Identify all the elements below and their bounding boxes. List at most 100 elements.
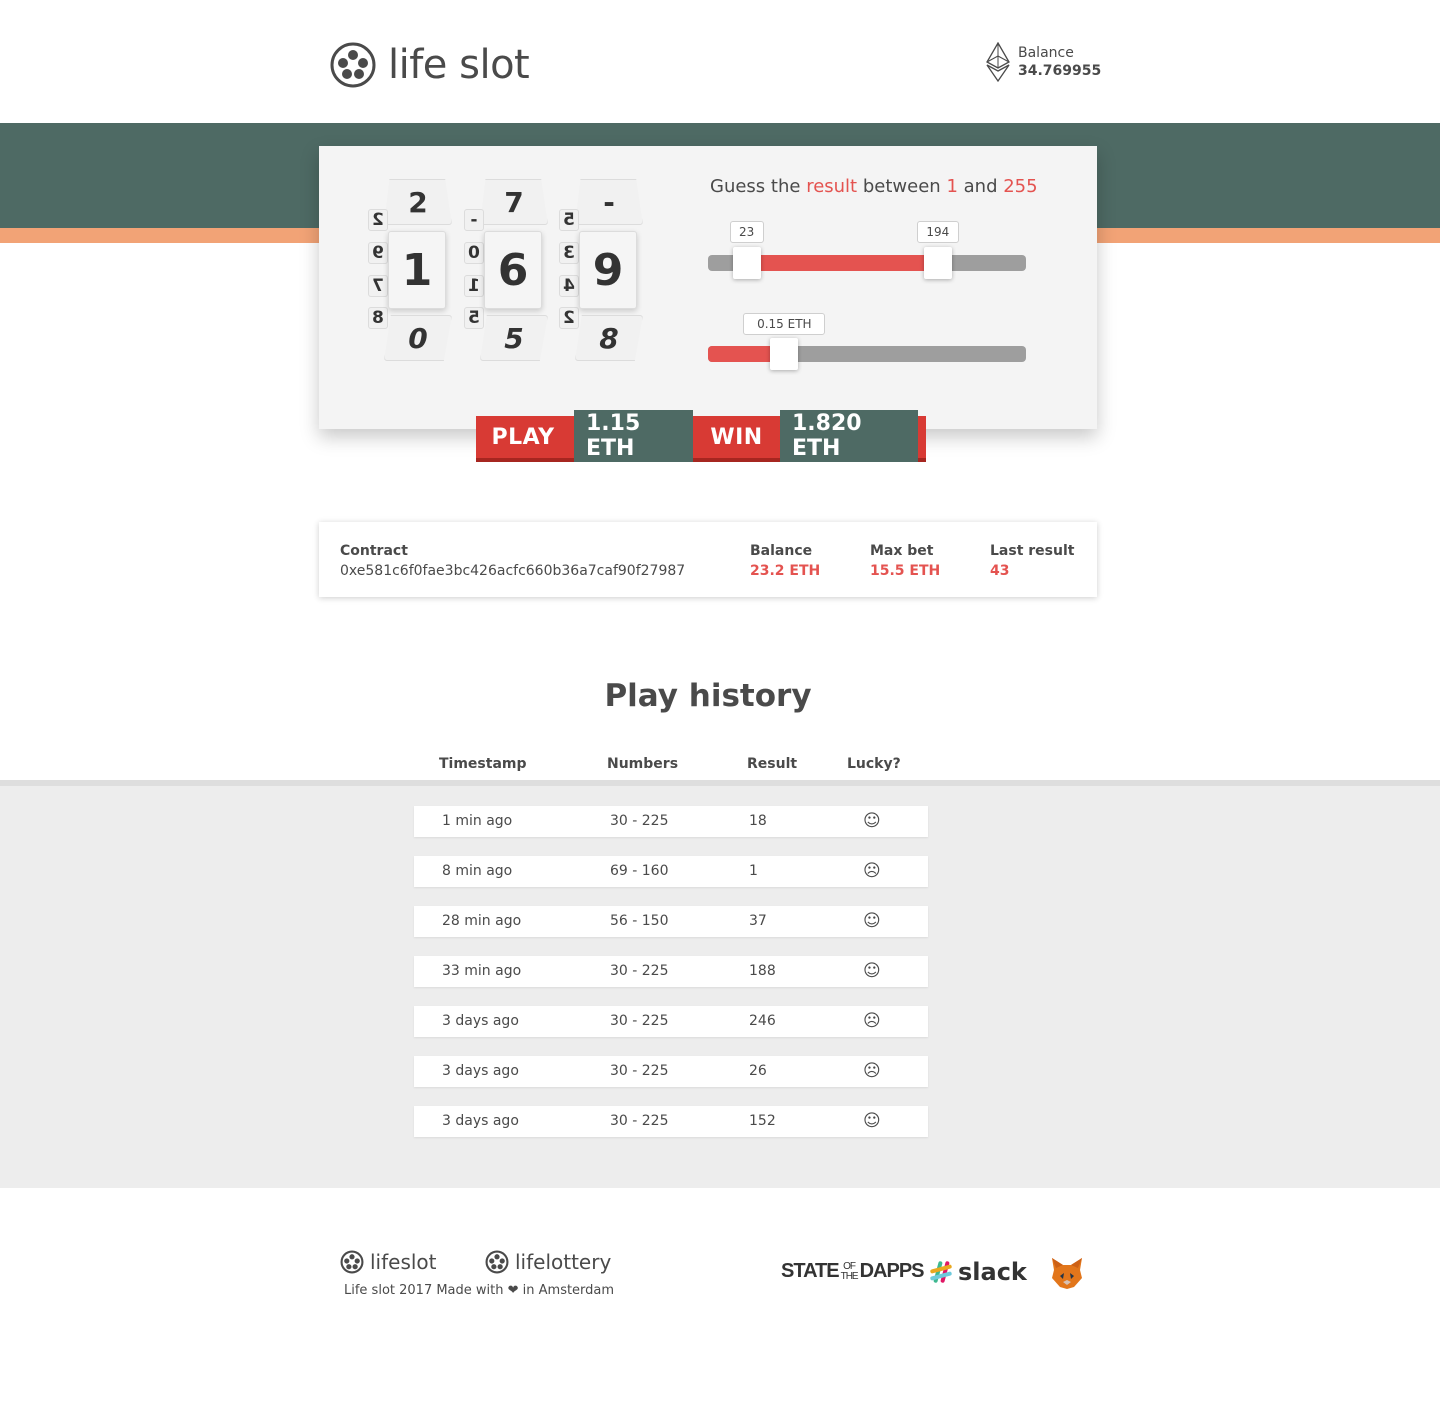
footer-brand-lifeslot: lifeslot [370, 1250, 437, 1274]
row-result: 152 [749, 1113, 776, 1129]
account-balance: Balance 34.769955 [986, 42, 1101, 82]
lifeslot-logo-icon [340, 1250, 364, 1274]
range-slider-low-handle[interactable] [732, 247, 761, 279]
bet-slider-handle[interactable] [770, 338, 799, 370]
reel-tile-main: 9 [579, 231, 637, 309]
reel-side-tile: - [464, 209, 484, 231]
win-amount-display: 1.820 ETH [780, 410, 918, 462]
reel-side-tile: 5 [464, 307, 484, 329]
lifelottery-logo-icon [485, 1250, 509, 1274]
last-result-label: Last result [990, 543, 1075, 559]
play-button[interactable]: PLAY [476, 416, 574, 458]
footer-made-with: Life slot 2017 Made with ❤ in Amsterdam [344, 1283, 615, 1298]
metamask-fox-icon[interactable] [1050, 1256, 1084, 1290]
guess-max: 255 [1003, 176, 1038, 197]
footer-brand-lifelottery: lifelottery [515, 1250, 612, 1274]
history-row: 3 days ago 30 - 225 246 ☹ [414, 1006, 928, 1037]
row-numbers: 56 - 150 [610, 913, 669, 929]
history-row: 1 min ago 30 - 225 18 ☺ [414, 806, 928, 837]
state-of-the-dapps-logo[interactable]: STATE OF THE DAPPS [781, 1260, 924, 1283]
contract-address[interactable]: 0xe581c6f0fae3bc426acfc660b36a7caf90f279… [340, 561, 685, 581]
reel-side-tile: 4 [559, 275, 579, 297]
range-high-bubble: 194 [916, 221, 959, 243]
reel-side-tile: 5 [559, 209, 579, 231]
footer-link-lifeslot[interactable]: lifeslot [340, 1250, 437, 1274]
guess-and: and [963, 176, 998, 197]
frown-icon: ☹ [863, 1061, 881, 1081]
reel-side-tile: 0 [464, 242, 484, 264]
contract-info-card: Contract 0xe581c6f0fae3bc426acfc660b36a7… [319, 522, 1097, 597]
contract-balance-value: 23.2 ETH [750, 563, 821, 579]
reel-side-tile: 9 [368, 242, 388, 264]
row-timestamp: 3 days ago [442, 1013, 519, 1029]
history-row: 33 min ago 30 - 225 188 ☺ [414, 956, 928, 987]
balance-label: Balance [1018, 45, 1074, 61]
row-numbers: 30 - 225 [610, 963, 669, 979]
row-timestamp: 33 min ago [442, 963, 522, 979]
brand[interactable]: life slot [330, 42, 530, 88]
row-timestamp: 3 days ago [442, 1063, 519, 1079]
sotd-the: THE [840, 1270, 859, 1282]
guess-between: between [862, 176, 941, 197]
life-slot-logo-icon [330, 42, 376, 88]
reel-tile-main: 1 [388, 231, 446, 309]
win-label: WIN [693, 416, 780, 458]
max-bet-label: Max bet [870, 543, 934, 559]
reel-side-tile: 3 [559, 242, 579, 264]
range-slider-high-handle[interactable] [923, 247, 952, 279]
reel-2: 7 - 0 1 5 6 5 [464, 179, 554, 363]
reel-tile-top: 2 [384, 179, 452, 225]
range-slider-fill [746, 255, 938, 271]
guess-min: 1 [946, 176, 958, 197]
slack-logo-icon [930, 1261, 952, 1283]
smiley-icon: ☺ [863, 811, 881, 831]
reel-tile-bottom: 0 [384, 315, 452, 361]
smiley-icon: ☺ [863, 911, 881, 931]
row-numbers: 30 - 225 [610, 813, 669, 829]
history-row: 28 min ago 56 - 150 37 ☺ [414, 906, 928, 937]
reel-side-tile: 7 [368, 275, 388, 297]
row-numbers: 30 - 225 [610, 1013, 669, 1029]
slack-link[interactable]: slack [928, 1258, 1027, 1286]
row-numbers: 30 - 225 [610, 1063, 669, 1079]
reel-side-tile: 1 [464, 275, 484, 297]
reel-1: 2 2 9 7 8 1 0 [368, 179, 458, 363]
play-history-title: Play history [604, 678, 812, 714]
guess-prompt: Guess the result between 1 and 255 [710, 176, 1038, 197]
brand-name: life slot [388, 42, 530, 88]
bet-amount-bubble: 0.15 ETH [743, 313, 826, 335]
history-row: 3 days ago 30 - 225 152 ☺ [414, 1106, 928, 1137]
sotd-state: STATE [781, 1260, 840, 1282]
column-header-timestamp: Timestamp [439, 756, 527, 772]
column-header-result: Result [747, 756, 798, 772]
history-row: 8 min ago 69 - 160 1 ☹ [414, 856, 928, 887]
last-result-value: 43 [990, 563, 1010, 579]
column-header-numbers: Numbers [607, 756, 679, 772]
reel-3: - 5 3 4 2 9 8 [559, 179, 649, 363]
balance-value: 34.769955 [1018, 63, 1102, 79]
row-numbers: 30 - 225 [610, 1113, 669, 1129]
smiley-icon: ☺ [863, 1111, 881, 1131]
row-result: 18 [749, 813, 767, 829]
reel-tile-bottom: 8 [575, 315, 643, 361]
bet-amount-display: 1.15 ETH [574, 410, 693, 462]
play-bar: PLAY 1.15 ETH WIN 1.820 ETH [476, 410, 926, 462]
reel-tile-top: - [575, 179, 643, 225]
contract-balance-label: Balance [750, 543, 813, 559]
guess-prefix: Guess the [710, 176, 801, 197]
contract-label: Contract [340, 543, 408, 559]
column-header-lucky: Lucky? [847, 756, 901, 772]
footer-link-lifelottery[interactable]: lifelottery [485, 1250, 611, 1274]
ethereum-icon [986, 42, 1010, 82]
row-timestamp: 3 days ago [442, 1113, 519, 1129]
reel-side-tile: 2 [368, 209, 388, 231]
row-timestamp: 8 min ago [442, 863, 513, 879]
sotd-dapps: DAPPS [859, 1260, 925, 1282]
row-result: 1 [749, 863, 758, 879]
row-result: 246 [749, 1013, 776, 1029]
row-result: 26 [749, 1063, 767, 1079]
row-timestamp: 28 min ago [442, 913, 522, 929]
row-result: 37 [749, 913, 767, 929]
row-timestamp: 1 min ago [442, 813, 513, 829]
reel-side-tile: 2 [559, 307, 579, 329]
